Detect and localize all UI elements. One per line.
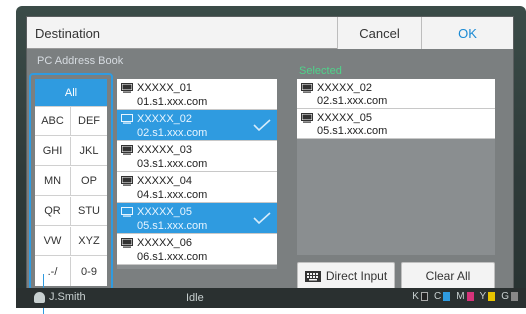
pc-monitor-icon bbox=[301, 83, 313, 93]
ok-button[interactable]: OK bbox=[421, 17, 513, 49]
entry-name: XXXXX_03 bbox=[137, 144, 193, 156]
index-key-stu[interactable]: STU bbox=[71, 197, 107, 226]
selected-item-name: XXXXX_05 bbox=[317, 112, 373, 124]
ink-c-swatch bbox=[443, 292, 451, 301]
address-book-entry-01[interactable]: XXXXX_01 01.s1.xxx.com bbox=[117, 79, 277, 110]
index-key-def[interactable]: DEF bbox=[71, 107, 107, 136]
entry-address: 05.s1.xxx.com bbox=[137, 220, 208, 232]
ink-c: C bbox=[433, 291, 451, 302]
ink-y-swatch bbox=[488, 292, 496, 301]
address-book-entry-05[interactable]: XXXXX_05 05.s1.xxx.com bbox=[117, 203, 277, 234]
entry-name: XXXXX_01 bbox=[137, 82, 193, 94]
entry-address: 01.s1.xxx.com bbox=[137, 96, 208, 108]
ink-y: Y bbox=[480, 291, 496, 302]
selected-item-address: 02.s1.xxx.com bbox=[317, 95, 388, 107]
index-key-ghi[interactable]: GHI bbox=[35, 137, 71, 166]
user-name: J.Smith bbox=[49, 291, 86, 303]
selected-label: Selected bbox=[299, 65, 342, 77]
ink-k-swatch bbox=[420, 292, 428, 301]
entry-name: XXXXX_04 bbox=[137, 175, 193, 187]
pc-monitor-icon bbox=[121, 145, 133, 155]
address-book-entry-02[interactable]: XXXXX_02 02.s1.xxx.com bbox=[117, 110, 277, 141]
index-key-vw[interactable]: VW bbox=[35, 227, 71, 256]
index-key-digits[interactable]: 0-9 bbox=[71, 257, 107, 286]
selected-item-name: XXXXX_02 bbox=[317, 82, 373, 94]
user-icon bbox=[34, 291, 45, 303]
index-key-jkl[interactable]: JKL bbox=[71, 137, 107, 166]
index-key-qr[interactable]: QR bbox=[35, 197, 71, 226]
dialog-header: Destination Cancel OK bbox=[27, 17, 513, 49]
checkmark-icon bbox=[253, 212, 271, 224]
index-key-abc[interactable]: ABC bbox=[35, 107, 71, 136]
ink-g-swatch bbox=[511, 292, 518, 301]
pc-monitor-icon bbox=[121, 83, 133, 93]
ink-g-label: G bbox=[501, 291, 509, 302]
ink-k: K bbox=[412, 291, 428, 302]
entry-name: XXXXX_02 bbox=[137, 113, 193, 125]
pc-monitor-icon bbox=[121, 207, 133, 217]
entry-name: XXXXX_05 bbox=[137, 206, 193, 218]
direct-input-label: Direct Input bbox=[325, 269, 388, 283]
entry-address: 03.s1.xxx.com bbox=[137, 158, 208, 170]
pc-monitor-icon bbox=[121, 176, 133, 186]
entry-name: XXXXX_06 bbox=[137, 237, 193, 249]
destination-dialog: Destination Cancel OK PC Address Book XX… bbox=[26, 16, 514, 292]
index-key-mn[interactable]: MN bbox=[35, 167, 71, 196]
index-key-symbols[interactable]: .-/ bbox=[35, 257, 71, 286]
address-book-entry-06[interactable]: XXXXX_06 06.s1.xxx.com bbox=[117, 234, 277, 265]
cancel-button[interactable]: Cancel bbox=[337, 17, 421, 49]
pc-monitor-icon bbox=[121, 114, 133, 124]
checkmark-icon bbox=[253, 119, 271, 131]
pc-monitor-icon bbox=[301, 113, 313, 123]
ink-levels: K C M Y G bbox=[412, 291, 518, 302]
entry-address: 04.s1.xxx.com bbox=[137, 189, 208, 201]
entry-address: 02.s1.xxx.com bbox=[137, 127, 208, 139]
dialog-title: Destination bbox=[35, 26, 101, 41]
machine-status: Idle bbox=[186, 292, 204, 304]
selected-item-05[interactable]: XXXXX_05 05.s1.xxx.com bbox=[297, 109, 495, 139]
selected-item-address: 05.s1.xxx.com bbox=[317, 125, 388, 137]
ink-c-label: C bbox=[433, 291, 442, 302]
ink-y-label: Y bbox=[479, 291, 487, 302]
address-book-entry-03[interactable]: XXXXX_03 03.s1.xxx.com bbox=[117, 141, 277, 172]
ink-g: G bbox=[501, 291, 518, 302]
selected-item-02[interactable]: XXXXX_02 02.s1.xxx.com bbox=[297, 79, 495, 109]
clear-all-button[interactable]: Clear All bbox=[401, 262, 495, 290]
pc-monitor-icon bbox=[121, 238, 133, 248]
ink-m-swatch bbox=[466, 292, 474, 301]
address-book-list: XXXXX_01 01.s1.xxx.com XXXXX_02 02.s1.xx… bbox=[117, 79, 277, 269]
index-key-op[interactable]: OP bbox=[71, 167, 107, 196]
device: Destination Cancel OK PC Address Book XX… bbox=[0, 0, 526, 314]
selected-list: XXXXX_02 02.s1.xxx.com XXXXX_05 05.s1.xx… bbox=[297, 79, 495, 255]
direct-input-button[interactable]: Direct Input bbox=[297, 262, 395, 290]
ink-m: M bbox=[456, 291, 474, 302]
index-keypad: All ABC DEF GHI JKL MN OP QR STU VW XYZ … bbox=[35, 79, 107, 286]
status-bar: J.Smith Idle K C M Y G bbox=[16, 288, 526, 308]
index-key-all[interactable]: All bbox=[35, 79, 107, 107]
entry-address: 06.s1.xxx.com bbox=[137, 251, 208, 263]
status-user: J.Smith bbox=[34, 291, 86, 303]
address-book-entry-04[interactable]: XXXXX_04 04.s1.xxx.com bbox=[117, 172, 277, 203]
ink-m-label: M bbox=[456, 291, 465, 302]
index-key-xyz[interactable]: XYZ bbox=[71, 227, 107, 256]
ink-k-label: K bbox=[412, 291, 419, 302]
keyboard-icon bbox=[304, 270, 321, 282]
address-book-label: PC Address Book bbox=[37, 55, 124, 67]
